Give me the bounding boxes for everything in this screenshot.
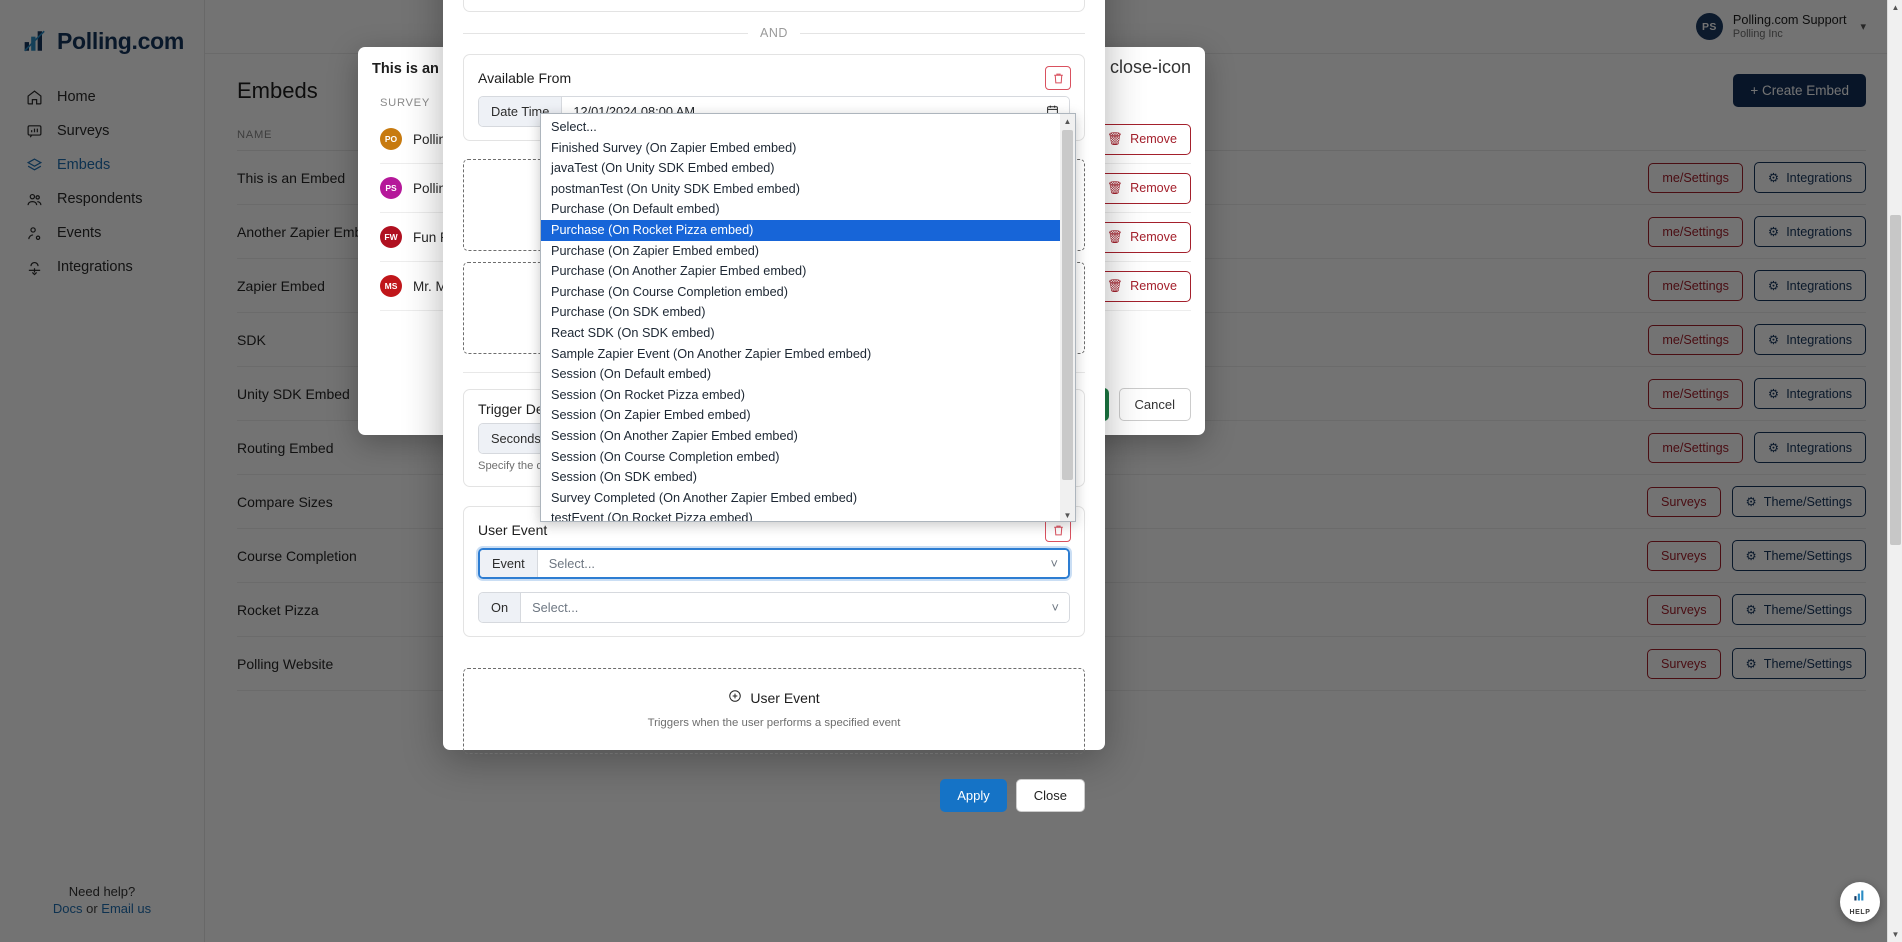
on-select-value: Select... [532,600,579,616]
separator-line-left [463,32,749,34]
dropdown-option[interactable]: Finished Survey (On Zapier Embed embed) [541,138,1075,159]
plus-circle-icon [728,689,742,706]
separator-line-right [799,32,1085,34]
remove-survey-button[interactable]: 🗑 Remove [1093,221,1191,253]
dropdown-option[interactable]: Select... [541,117,1075,138]
dropdown-option[interactable]: javaTest (On Unity SDK Embed embed) [541,158,1075,179]
trash-icon: 🗑 [1107,278,1124,293]
on-label: On [479,593,522,623]
dropdown-option[interactable]: Purchase (On Another Zapier Embed embed) [541,261,1075,282]
available-from-title: Available From [478,70,572,86]
cancel-button[interactable]: Cancel [1118,388,1191,421]
add-user-event-block-bottom[interactable]: User Event Triggers when the user perfor… [463,668,1085,754]
on-select[interactable]: Select... ˅ [521,593,1069,623]
dropdown-option-list: Select... Finished Survey (On Zapier Emb… [541,114,1075,521]
scrollbar-thumb[interactable] [1890,215,1901,545]
dropdown-option[interactable]: Sample Zapier Event (On Another Zapier E… [541,344,1075,365]
dropdown-option[interactable]: Purchase (On Default embed) [541,199,1075,220]
survey-avatar: FW [380,226,402,248]
apply-button[interactable]: Apply [940,778,1007,812]
dropdown-option[interactable]: Session (On Default embed) [541,364,1075,385]
trash-icon[interactable] [1045,66,1071,90]
dropdown-option-selected[interactable]: Purchase (On Rocket Pizza embed) [541,219,1075,241]
remove-survey-button[interactable]: 🗑 Remove [1093,270,1191,302]
event-options-dropdown[interactable]: Select... Finished Survey (On Zapier Emb… [540,113,1076,522]
trash-icon: 🗑 [1107,229,1124,244]
remove-survey-button[interactable]: 🗑 Remove [1093,123,1191,155]
dropdown-scrollbar[interactable]: ▲ ▼ [1060,114,1075,521]
survey-avatar: MS [380,275,402,297]
trash-icon: 🗑 [1107,180,1124,195]
page-scrollbar[interactable]: ▲ ▼ [1887,0,1902,942]
remove-label: Remove [1130,279,1177,293]
dropdown-option[interactable]: React SDK (On SDK embed) [541,323,1075,344]
trash-icon[interactable] [1045,518,1071,543]
remove-label: Remove [1130,230,1177,244]
scroll-down-arrow-icon[interactable]: ▼ [1060,508,1075,521]
dropdown-option[interactable]: Purchase (On SDK embed) [541,302,1075,323]
add-block-desc: Triggers when the user performs a specif… [647,717,901,730]
add-block-label: User Event [750,689,820,706]
dropdown-option[interactable]: Session (On Zapier Embed embed) [541,405,1075,426]
anonymous-note: Note: This condition is ignored on anony… [464,0,1084,10]
help-fab-button[interactable]: HELP [1840,882,1880,922]
polling-help-icon [1852,888,1868,908]
chevron-down-icon[interactable]: ˅ [1051,556,1058,571]
event-select-value: Select... [548,556,595,572]
available-from-header: Available From [464,55,1084,96]
dropdown-option[interactable]: Session (On Another Zapier Embed embed) [541,426,1075,447]
chevron-down-icon[interactable]: ˅ [1052,600,1059,615]
and-separator: AND [463,26,1085,40]
dropdown-option[interactable]: Purchase (On Course Completion embed) [541,282,1075,303]
modal-footer: Apply Close [463,765,1085,828]
and-label: AND [760,26,788,40]
add-user-event-title-bottom: User Event [728,689,820,706]
dropdown-option[interactable]: Survey Completed (On Another Zapier Embe… [541,488,1075,509]
scrollbar-thumb[interactable] [1062,130,1073,480]
dropdown-option[interactable]: Purchase (On Zapier Embed embed) [541,241,1075,262]
trash-icon: 🗑 [1107,131,1124,146]
close-button[interactable]: Close [1015,778,1085,812]
remove-label: Remove [1130,132,1177,146]
dropdown-option[interactable]: Session (On Course Completion embed) [541,447,1075,468]
event-select-field[interactable]: Event Select... ˅ [478,548,1070,580]
scroll-down-arrow-icon[interactable]: ▼ [1888,927,1902,942]
help-fab-label: HELP [1849,909,1871,916]
dropdown-option[interactable]: Session (On Rocket Pizza embed) [541,385,1075,406]
dropdown-option[interactable]: postmanTest (On Unity SDK Embed embed) [541,179,1075,200]
event-select[interactable]: Select... ˅ [537,550,1068,578]
user-event-card: User Event Event Select... ˅ On Select.. [463,506,1085,638]
dropdown-option[interactable]: Session (On SDK embed) [541,467,1075,488]
user-event-title: User Event [478,522,548,539]
survey-avatar: PO [380,128,402,150]
remove-survey-button[interactable]: 🗑 Remove [1093,172,1191,204]
survey-avatar: PS [380,177,402,199]
scroll-up-arrow-icon[interactable]: ▲ [1060,114,1075,129]
remove-label: Remove [1130,181,1177,195]
event-label: Event [480,550,538,578]
dropdown-option[interactable]: testEvent (On Rocket Pizza embed) [541,508,1075,521]
on-select-field[interactable]: On Select... ˅ [478,592,1070,624]
anonymous-condition-card: Note: This condition is ignored on anony… [463,0,1085,12]
scroll-up-arrow-icon[interactable]: ▲ [1888,0,1902,15]
close-icon[interactable]: close-icon [1110,58,1191,76]
column-header-survey: SURVEY [380,97,431,109]
